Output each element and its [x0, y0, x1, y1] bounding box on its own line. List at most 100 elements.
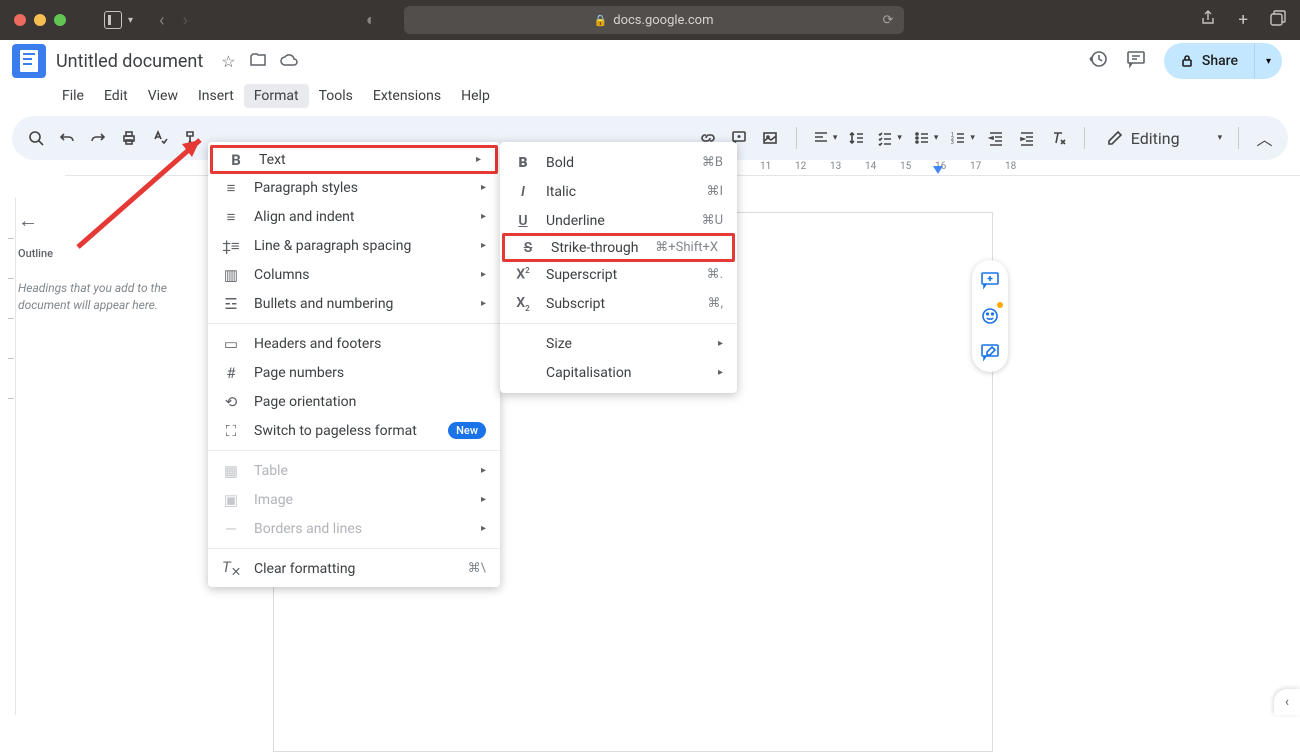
- numbered-list-dropdown[interactable]: 123▾: [950, 130, 975, 146]
- indent-increase-icon[interactable]: [1018, 130, 1037, 146]
- new-tab-icon[interactable]: +: [1238, 10, 1248, 31]
- text-bold[interactable]: B Bold ⌘B: [500, 148, 737, 177]
- text-superscript[interactable]: X2 Superscript ⌘.: [500, 260, 737, 289]
- chevron-down-icon: ▾: [1218, 133, 1223, 143]
- format-align-indent[interactable]: ≡ Align and indent ▸: [208, 202, 500, 231]
- ruler-tick: 18: [1005, 161, 1016, 172]
- format-columns[interactable]: ▥ Columns ▸: [208, 260, 500, 289]
- redo-icon[interactable]: [88, 130, 107, 146]
- address-bar[interactable]: 🔒 docs.google.com ⟳: [404, 6, 904, 34]
- mode-dropdown[interactable]: Editing ▾: [1107, 129, 1222, 148]
- insert-image-icon[interactable]: [761, 130, 780, 146]
- format-pageless[interactable]: ⛶ Switch to pageless format New: [208, 416, 500, 445]
- minimize-window[interactable]: [34, 14, 46, 26]
- paint-format-icon[interactable]: [181, 130, 200, 146]
- submenu-arrow-icon: ▸: [481, 523, 486, 534]
- shortcut: ⌘I: [706, 184, 723, 199]
- share-button[interactable]: Share: [1164, 43, 1254, 79]
- format-borders-lines: — Borders and lines ▸: [208, 514, 500, 543]
- indent-decrease-icon[interactable]: [987, 130, 1006, 146]
- menu-file[interactable]: File: [52, 84, 94, 108]
- format-image: ▣ Image ▸: [208, 485, 500, 514]
- outline-sidebar: ← Outline Headings that you add to the d…: [18, 208, 218, 314]
- format-text[interactable]: B Text ▸: [210, 145, 498, 174]
- menu-format[interactable]: Format: [244, 84, 309, 108]
- chevron-down-icon[interactable]: ▾: [128, 15, 133, 26]
- maximize-window[interactable]: [54, 14, 66, 26]
- star-icon[interactable]: ☆: [221, 52, 235, 71]
- move-icon[interactable]: [250, 52, 266, 71]
- outline-title: Outline: [18, 247, 218, 260]
- format-page-orientation[interactable]: ⟲ Page orientation: [208, 387, 500, 416]
- search-icon[interactable]: [26, 130, 45, 146]
- submenu-arrow-icon: ▸: [481, 211, 486, 222]
- checklist-dropdown[interactable]: ▾: [877, 130, 902, 146]
- menu-view[interactable]: View: [138, 84, 188, 108]
- cloud-icon[interactable]: [280, 52, 298, 71]
- strikethrough-icon: S: [519, 240, 537, 256]
- print-icon[interactable]: [119, 130, 138, 146]
- text-strikethrough[interactable]: S Strike-through ⌘+Shift+X: [502, 233, 735, 262]
- ruler-tick: 15: [900, 161, 911, 172]
- spellcheck-icon[interactable]: [150, 130, 169, 146]
- align-dropdown[interactable]: ▾: [813, 130, 838, 146]
- submenu-arrow-icon: ▸: [481, 465, 486, 476]
- suggest-edits-side[interactable]: [978, 340, 1002, 364]
- comments-icon[interactable]: [1126, 49, 1146, 74]
- menu-edit[interactable]: Edit: [94, 84, 138, 108]
- text-subscript[interactable]: X2 Subscript ⌘,: [500, 289, 737, 318]
- menu-help[interactable]: Help: [451, 84, 500, 108]
- format-bullets-numbering[interactable]: ☲ Bullets and numbering ▸: [208, 289, 500, 318]
- superscript-icon: X2: [514, 266, 532, 283]
- share-dropdown[interactable]: ▾: [1254, 43, 1282, 79]
- nav-arrows: ‹ ›: [159, 10, 188, 31]
- line-spacing-dropdown[interactable]: [849, 130, 865, 146]
- menu-label: Switch to pageless format: [254, 423, 417, 439]
- menu-label: Headers and footers: [254, 336, 381, 352]
- forward-icon[interactable]: ›: [182, 10, 187, 31]
- submenu-arrow-icon: ▸: [718, 367, 723, 378]
- lock-icon: 🔒: [594, 14, 608, 27]
- bullet-list-dropdown[interactable]: ▾: [914, 130, 939, 146]
- docs-logo[interactable]: [12, 44, 46, 78]
- format-table: ▦ Table ▸: [208, 456, 500, 485]
- tab-overview-icon[interactable]: [1270, 10, 1286, 31]
- format-headers-footers[interactable]: ▭ Headers and footers: [208, 329, 500, 358]
- hash-icon: #: [222, 364, 240, 382]
- back-icon[interactable]: ‹: [159, 10, 164, 31]
- outline-back-icon[interactable]: ←: [18, 208, 38, 233]
- collapse-toolbar-icon[interactable]: ︿: [1255, 126, 1274, 150]
- close-window[interactable]: [14, 14, 26, 26]
- menu-label: Bold: [546, 155, 574, 171]
- text-italic[interactable]: I Italic ⌘I: [500, 177, 737, 206]
- refresh-icon[interactable]: ⟳: [883, 13, 894, 28]
- ruler-tick: 14: [865, 161, 876, 172]
- emoji-reaction-side[interactable]: [978, 304, 1002, 328]
- format-clear-formatting[interactable]: T✕ Clear formatting ⌘\: [208, 554, 500, 583]
- privacy-shield-icon[interactable]: ◐: [366, 10, 376, 30]
- clear-formatting-icon[interactable]: [1049, 130, 1068, 146]
- undo-icon[interactable]: [57, 130, 76, 146]
- share-icon[interactable]: [1200, 10, 1216, 31]
- text-size[interactable]: Size ▸: [500, 329, 737, 358]
- menu-extensions[interactable]: Extensions: [363, 84, 451, 108]
- format-paragraph-styles[interactable]: ≡ Paragraph styles ▸: [208, 173, 500, 202]
- menu-label: Table: [254, 463, 288, 479]
- mode-label: Editing: [1131, 129, 1180, 148]
- menu-tools[interactable]: Tools: [309, 84, 363, 108]
- format-page-numbers[interactable]: # Page numbers: [208, 358, 500, 387]
- share-button-group: Share ▾: [1164, 43, 1282, 79]
- submenu-arrow-icon: ▸: [481, 298, 486, 309]
- menu-insert[interactable]: Insert: [188, 84, 244, 108]
- explore-button[interactable]: ‹: [1274, 689, 1300, 715]
- add-comment-side[interactable]: [978, 268, 1002, 292]
- text-underline[interactable]: U Underline ⌘U: [500, 206, 737, 235]
- document-title[interactable]: Untitled document: [56, 51, 203, 72]
- ruler-tick: 12: [795, 161, 806, 172]
- history-icon[interactable]: [1088, 49, 1108, 74]
- format-line-spacing[interactable]: ‡≡ Line & paragraph spacing ▸: [208, 231, 500, 260]
- text-capitalisation[interactable]: Capitalisation ▸: [500, 358, 737, 387]
- italic-icon: I: [514, 184, 532, 200]
- submenu-arrow-icon: ▸: [481, 494, 486, 505]
- sidebar-icon[interactable]: [104, 11, 122, 29]
